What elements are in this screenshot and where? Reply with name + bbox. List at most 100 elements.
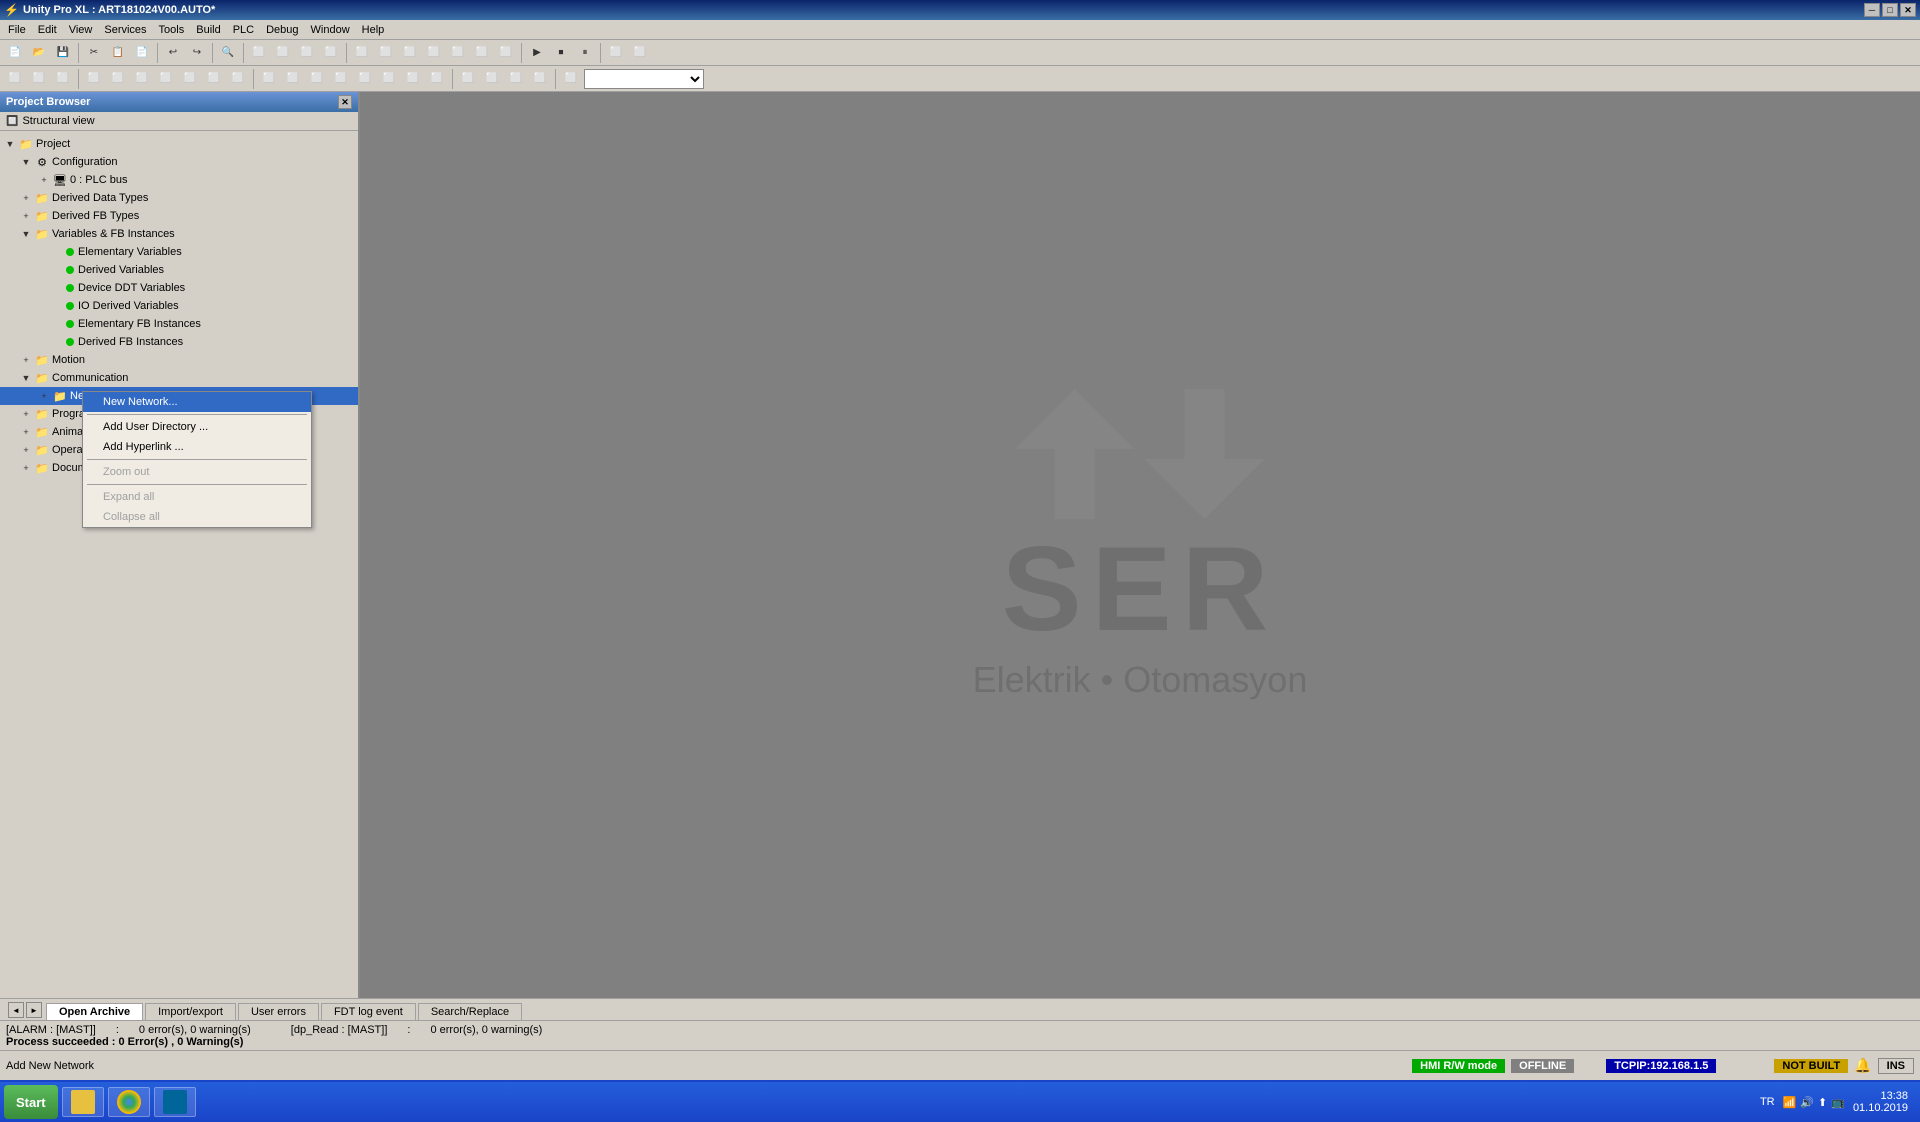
- toolbar2-btn-22[interactable]: ⬜: [481, 68, 503, 90]
- tree-motion[interactable]: + 📁 Motion: [0, 351, 358, 369]
- ctx-add-hyperlink[interactable]: Add Hyperlink ...: [83, 437, 311, 457]
- toolbar1-btn-16[interactable]: ⬜: [320, 42, 342, 64]
- toolbar2-btn-18[interactable]: ⬜: [402, 68, 424, 90]
- menu-item-help[interactable]: Help: [356, 22, 391, 38]
- tree-expand-animation[interactable]: +: [18, 424, 34, 440]
- toolbar2-btn-1[interactable]: ⬜: [28, 68, 50, 90]
- toolbar1-btn-1[interactable]: 📂: [28, 42, 50, 64]
- project-browser-close[interactable]: ✕: [338, 95, 352, 109]
- menu-item-window[interactable]: Window: [305, 22, 356, 38]
- tree-expand-motion[interactable]: +: [18, 352, 34, 368]
- tree-expand-configuration[interactable]: ▼: [18, 154, 34, 170]
- toolbar2-combo[interactable]: [584, 69, 704, 89]
- bottom-tab-fdt-log-event[interactable]: FDT log event: [321, 1003, 416, 1020]
- tree-derived-vars[interactable]: Derived Variables: [0, 261, 358, 279]
- toolbar2-btn-14[interactable]: ⬜: [306, 68, 328, 90]
- toolbar1-btn-20[interactable]: ⬜: [399, 42, 421, 64]
- toolbar1-btn-5[interactable]: 📋: [107, 42, 129, 64]
- tree-plcbus[interactable]: + 🖥 0 : PLC bus: [0, 171, 358, 189]
- toolbar1-btn-24[interactable]: ⬜: [495, 42, 517, 64]
- toolbar1-btn-28[interactable]: ⏸: [574, 42, 596, 64]
- toolbar2-btn-9[interactable]: ⬜: [203, 68, 225, 90]
- bottom-tab-user-errors[interactable]: User errors: [238, 1003, 319, 1020]
- tree-device-ddt-vars[interactable]: Device DDT Variables: [0, 279, 358, 297]
- tree-variables-fb[interactable]: ▼ 📁 Variables & FB Instances: [0, 225, 358, 243]
- toolbar2-btn-19[interactable]: ⬜: [426, 68, 448, 90]
- toolbar2-btn-4[interactable]: ⬜: [83, 68, 105, 90]
- toolbar1-btn-26[interactable]: ▶: [526, 42, 548, 64]
- tree-expand-plcbus[interactable]: +: [36, 172, 52, 188]
- toolbar1-btn-9[interactable]: ↪: [186, 42, 208, 64]
- menu-item-debug[interactable]: Debug: [260, 22, 304, 38]
- taskbar-chrome[interactable]: [108, 1087, 150, 1117]
- tree-container[interactable]: ▼ 📁 Project ▼ ⚙ Configuration + 🖥 0 : PL…: [0, 131, 358, 998]
- toolbar1-btn-18[interactable]: ⬜: [351, 42, 373, 64]
- toolbar2-btn-21[interactable]: ⬜: [457, 68, 479, 90]
- toolbar1-btn-15[interactable]: ⬜: [296, 42, 318, 64]
- toolbar1-btn-31[interactable]: ⬜: [629, 42, 651, 64]
- toolbar1-btn-11[interactable]: 🔍: [217, 42, 239, 64]
- close-button[interactable]: ✕: [1900, 3, 1916, 17]
- minimize-button[interactable]: ─: [1864, 3, 1880, 17]
- tree-derived-fb-types[interactable]: + 📁 Derived FB Types: [0, 207, 358, 225]
- maximize-button[interactable]: □: [1882, 3, 1898, 17]
- toolbar2-btn-13[interactable]: ⬜: [282, 68, 304, 90]
- toolbar2-btn-16[interactable]: ⬜: [354, 68, 376, 90]
- toolbar1-btn-14[interactable]: ⬜: [272, 42, 294, 64]
- toolbar2-btn-8[interactable]: ⬜: [179, 68, 201, 90]
- tree-project[interactable]: ▼ 📁 Project: [0, 135, 358, 153]
- toolbar1-btn-19[interactable]: ⬜: [375, 42, 397, 64]
- tab-scroll-right[interactable]: ►: [26, 1002, 42, 1018]
- tree-derived-fb-inst[interactable]: Derived FB Instances: [0, 333, 358, 351]
- tree-elem-vars[interactable]: Elementary Variables: [0, 243, 358, 261]
- taskbar-file-explorer[interactable]: [62, 1087, 104, 1117]
- toolbar1-btn-8[interactable]: ↩: [162, 42, 184, 64]
- menu-item-plc[interactable]: PLC: [227, 22, 260, 38]
- toolbar2-btn-26[interactable]: ⬜: [560, 68, 582, 90]
- menu-item-file[interactable]: File: [2, 22, 32, 38]
- toolbar2-btn-17[interactable]: ⬜: [378, 68, 400, 90]
- tree-expand-dfbt[interactable]: +: [18, 208, 34, 224]
- toolbar2-btn-7[interactable]: ⬜: [155, 68, 177, 90]
- bottom-tab-import-export[interactable]: Import/export: [145, 1003, 236, 1020]
- toolbar1-btn-0[interactable]: 📄: [4, 42, 26, 64]
- toolbar1-btn-21[interactable]: ⬜: [423, 42, 445, 64]
- toolbar1-btn-4[interactable]: ✂: [83, 42, 105, 64]
- menu-item-edit[interactable]: Edit: [32, 22, 63, 38]
- tray-icon-3[interactable]: ⬆: [1818, 1096, 1827, 1109]
- toolbar2-btn-10[interactable]: ⬜: [227, 68, 249, 90]
- menu-item-view[interactable]: View: [63, 22, 99, 38]
- ctx-expand-all[interactable]: Expand all: [83, 487, 311, 507]
- bottom-tab-open-archive[interactable]: Open Archive: [46, 1003, 143, 1020]
- toolbar2-btn-12[interactable]: ⬜: [258, 68, 280, 90]
- tree-expand-varfb[interactable]: ▼: [18, 226, 34, 242]
- toolbar2-btn-0[interactable]: ⬜: [4, 68, 26, 90]
- tab-scroll-left[interactable]: ◄: [8, 1002, 24, 1018]
- taskbar-unity[interactable]: [154, 1087, 196, 1117]
- ctx-new-network[interactable]: New Network...: [83, 392, 311, 412]
- tree-derived-data-types[interactable]: + 📁 Derived Data Types: [0, 189, 358, 207]
- tree-elem-fb-inst[interactable]: Elementary FB Instances: [0, 315, 358, 333]
- toolbar1-btn-30[interactable]: ⬜: [605, 42, 627, 64]
- toolbar2-btn-5[interactable]: ⬜: [107, 68, 129, 90]
- tree-expand-networks[interactable]: +: [36, 388, 52, 404]
- tree-communication[interactable]: ▼ 📁 Communication: [0, 369, 358, 387]
- tree-expand-documentation[interactable]: +: [18, 460, 34, 476]
- toolbar2-btn-15[interactable]: ⬜: [330, 68, 352, 90]
- toolbar1-btn-13[interactable]: ⬜: [248, 42, 270, 64]
- tree-expand-comm[interactable]: ▼: [18, 370, 34, 386]
- ctx-add-user-dir[interactable]: Add User Directory ...: [83, 417, 311, 437]
- tree-expand-operator[interactable]: +: [18, 442, 34, 458]
- tree-expand-project[interactable]: ▼: [2, 136, 18, 152]
- menu-item-build[interactable]: Build: [190, 22, 226, 38]
- toolbar1-btn-6[interactable]: 📄: [131, 42, 153, 64]
- tray-icon-1[interactable]: 📶: [1783, 1096, 1797, 1109]
- menu-item-tools[interactable]: Tools: [153, 22, 191, 38]
- ctx-collapse-all[interactable]: Collapse all: [83, 507, 311, 527]
- toolbar1-btn-27[interactable]: ⏹: [550, 42, 572, 64]
- toolbar2-btn-2[interactable]: ⬜: [52, 68, 74, 90]
- start-button[interactable]: Start: [4, 1085, 58, 1119]
- toolbar2-btn-24[interactable]: ⬜: [529, 68, 551, 90]
- bottom-tab-search-replace[interactable]: Search/Replace: [418, 1003, 522, 1020]
- toolbar2-btn-6[interactable]: ⬜: [131, 68, 153, 90]
